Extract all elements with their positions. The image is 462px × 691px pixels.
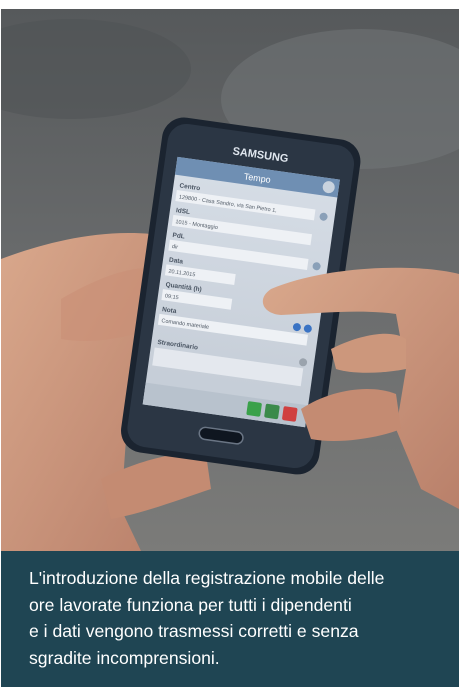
caption-line-1: L'introduzione della registrazione mobil… (29, 568, 385, 588)
page: SAMSUNG Tempo Centro 129800 - Casa Sandr… (0, 0, 462, 691)
caption-line-2: ore lavorate funziona per tutti i dipend… (29, 594, 352, 615)
photo-hand-holding-phone: SAMSUNG Tempo Centro 129800 - Casa Sandr… (1, 9, 459, 551)
field-value-pdl: dir (171, 244, 178, 251)
caption-line-3: e i dati vengono trasmessi corretti e se… (29, 621, 359, 641)
caption-box: L'introduzione della registrazione mobil… (1, 551, 459, 687)
caption-line-4: sgradite incomprensioni. (29, 647, 220, 668)
cancel-icon (282, 406, 298, 422)
confirm-icon (246, 401, 262, 417)
photo-illustration: SAMSUNG Tempo Centro 129800 - Casa Sandr… (1, 9, 459, 551)
copy-icon (264, 403, 280, 420)
